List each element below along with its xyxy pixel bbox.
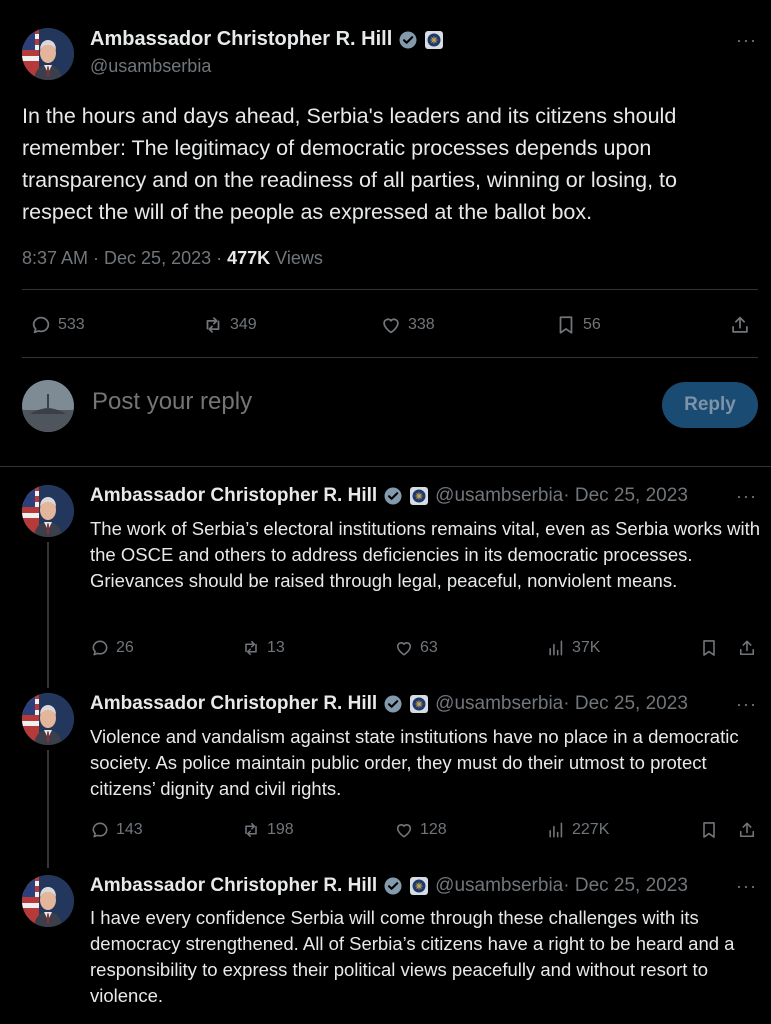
divider [0, 466, 771, 467]
bookmark-button[interactable] [699, 820, 719, 840]
author-avatar[interactable] [22, 485, 74, 537]
view-count: 227K [572, 821, 610, 838]
like-button[interactable]: 128 [394, 820, 447, 840]
us-government-seal-icon [409, 876, 429, 896]
author-avatar[interactable] [22, 693, 74, 745]
views-icon [549, 640, 563, 656]
tweet-date[interactable]: · Dec 25, 2023 [563, 485, 688, 507]
divider [22, 289, 758, 290]
verified-badge-icon [383, 876, 403, 896]
reply-header: Ambassador Christopher R. Hill @usambser… [90, 875, 688, 897]
share-button[interactable] [737, 820, 757, 840]
us-government-seal-icon [424, 30, 444, 49]
author-avatar[interactable] [22, 875, 74, 927]
more-options-icon[interactable]: ··· [736, 694, 757, 715]
tweet-timestamp[interactable]: 8:37 AM · Dec 25, 2023 · [22, 248, 227, 268]
reply-count: 533 [58, 316, 85, 333]
like-button[interactable]: 338 [380, 314, 435, 336]
share-icon [739, 640, 755, 656]
reply-count: 26 [116, 639, 134, 656]
bookmark-icon [703, 640, 715, 656]
reply-count: 143 [116, 821, 143, 838]
tweet-text: Violence and vandalism against state ins… [90, 726, 739, 799]
reply-icon [32, 316, 50, 334]
repost-count: 349 [230, 316, 257, 333]
views-button[interactable]: 37K [546, 638, 600, 658]
like-button[interactable]: 63 [394, 638, 438, 658]
views-button[interactable]: 227K [546, 820, 609, 840]
like-count: 128 [420, 821, 447, 838]
more-options-icon[interactable]: ··· [736, 486, 757, 507]
verified-badge-icon [383, 694, 403, 714]
divider [22, 357, 758, 358]
repost-icon [206, 317, 220, 333]
view-count: 477K [227, 248, 271, 268]
share-icon [732, 316, 748, 333]
author-avatar[interactable] [22, 28, 74, 80]
bookmark-icon [559, 316, 573, 334]
author-handle[interactable]: @usambserbia [435, 485, 563, 507]
repost-count: 13 [267, 639, 285, 656]
author-name[interactable]: Ambassador Christopher R. Hill [90, 693, 377, 715]
reply-submit-button[interactable]: Reply [662, 382, 758, 428]
repost-icon [245, 640, 257, 656]
tweet-text: The work of Serbia’s electoral instituti… [90, 518, 761, 591]
repost-button[interactable]: 349 [202, 314, 257, 336]
reply-button[interactable]: 143 [90, 820, 143, 840]
reply-button[interactable]: 533 [30, 314, 85, 336]
more-options-icon[interactable]: ··· [736, 876, 757, 897]
repost-count: 198 [267, 821, 294, 838]
repost-button[interactable]: 13 [241, 638, 285, 658]
like-icon [396, 824, 412, 838]
author-name[interactable]: Ambassador Christopher R. Hill [90, 875, 377, 897]
reply-input[interactable] [92, 388, 532, 416]
thread-connector [47, 750, 49, 868]
tweet-date[interactable]: · Dec 25, 2023 [563, 693, 688, 715]
like-icon [383, 318, 399, 334]
thread-connector [47, 542, 49, 688]
views-icon [549, 822, 563, 838]
verified-badge-icon [383, 486, 403, 506]
tweet-header: Ambassador Christopher R. Hill [90, 28, 444, 51]
author-name[interactable]: Ambassador Christopher R. Hill [90, 28, 392, 51]
tweet-metadata: 8:37 AM · Dec 25, 2023 · 477K Views [22, 248, 323, 269]
like-count: 338 [408, 316, 435, 333]
share-button[interactable] [737, 638, 757, 658]
reply-icon [92, 640, 108, 656]
share-button[interactable] [729, 314, 751, 336]
author-handle[interactable]: @usambserbia [435, 693, 563, 715]
author-handle[interactable]: @usambserbia [435, 875, 563, 897]
repost-icon [245, 822, 257, 838]
bookmark-count: 56 [583, 316, 601, 333]
author-handle[interactable]: @usambserbia [90, 56, 211, 77]
current-user-avatar[interactable] [22, 380, 74, 432]
share-icon [739, 822, 755, 838]
like-count: 63 [420, 639, 438, 656]
views-label: Views [270, 248, 323, 268]
us-government-seal-icon [409, 694, 429, 714]
repost-button[interactable]: 198 [241, 820, 294, 840]
verified-badge-icon [398, 29, 418, 50]
reply-button[interactable]: 26 [90, 638, 134, 658]
more-options-icon[interactable]: ··· [736, 30, 757, 51]
tweet-date[interactable]: · Dec 25, 2023 [563, 875, 688, 897]
reply-header: Ambassador Christopher R. Hill @usambser… [90, 693, 688, 715]
bookmark-button[interactable]: 56 [555, 314, 601, 336]
us-government-seal-icon [409, 486, 429, 506]
view-count: 37K [572, 639, 601, 656]
bookmark-button[interactable] [699, 638, 719, 658]
reply-header: Ambassador Christopher R. Hill @usambser… [90, 485, 688, 507]
reply-icon [92, 822, 108, 838]
author-name[interactable]: Ambassador Christopher R. Hill [90, 485, 377, 507]
tweet-text: I have every confidence Serbia will come… [90, 907, 735, 1006]
bookmark-icon [703, 822, 715, 838]
like-icon [396, 642, 412, 656]
tweet-text: In the hours and days ahead, Serbia's le… [22, 104, 677, 224]
